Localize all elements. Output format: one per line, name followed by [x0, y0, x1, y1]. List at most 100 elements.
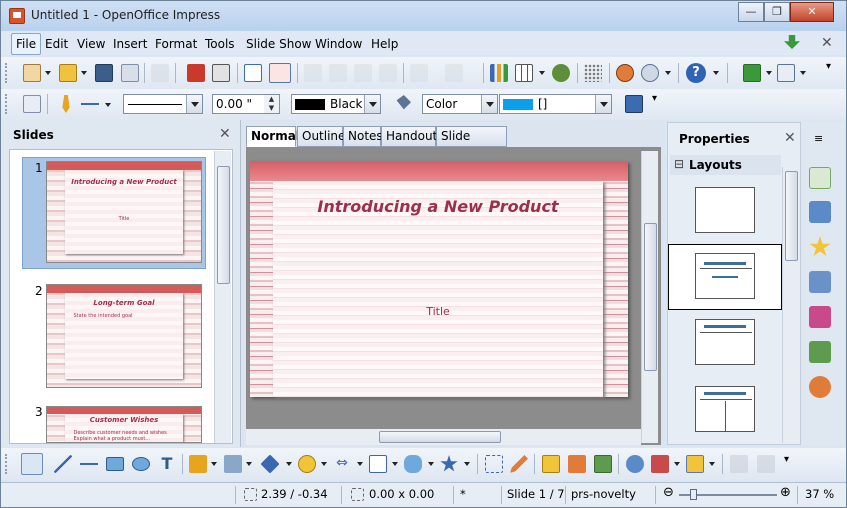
new-document-icon[interactable]: [23, 64, 41, 82]
area-fill-icon[interactable]: [396, 95, 411, 110]
slides-pane-scrollbar[interactable]: [214, 151, 231, 443]
spellcheck-icon[interactable]: [244, 64, 262, 82]
chart-icon[interactable]: [490, 64, 508, 82]
print-icon[interactable]: [212, 64, 230, 82]
table-icon[interactable]: [515, 64, 533, 82]
auto-spellcheck-icon[interactable]: [269, 63, 291, 83]
layout-title-two-content[interactable]: [695, 386, 755, 432]
menu-help[interactable]: Help: [371, 37, 398, 51]
slide-1-thumbnail[interactable]: Introducing a New Product Title: [46, 161, 202, 263]
line-icon[interactable]: [62, 95, 70, 113]
line-color-select[interactable]: Black: [291, 94, 381, 114]
open-dropdown-icon[interactable]: [81, 71, 87, 75]
connector-dropdown-icon[interactable]: [246, 462, 252, 466]
help-dropdown-icon[interactable]: [713, 71, 719, 75]
rectangle-tool-icon[interactable]: [106, 457, 124, 471]
properties-scrollbar[interactable]: [782, 167, 799, 443]
toolbar-grip[interactable]: [5, 454, 9, 474]
slide-2-thumbnail[interactable]: Long-term Goal State the intended goal: [46, 284, 202, 388]
new-slide-icon[interactable]: [743, 64, 761, 82]
redo-icon[interactable]: [445, 64, 463, 82]
toggle-extrusion-icon[interactable]: [757, 455, 775, 473]
layouts-section-header[interactable]: ⊟ Layouts: [670, 155, 781, 175]
stars-dropdown-icon[interactable]: [464, 462, 470, 466]
slides-pane-scroll-thumb[interactable]: [217, 166, 230, 284]
toolbar-grip[interactable]: [5, 94, 9, 114]
fontwork-icon[interactable]: [542, 455, 560, 473]
layout-blank[interactable]: [695, 187, 755, 233]
current-slide[interactable]: Introducing a New Product Title: [250, 161, 628, 397]
gallery-tool-icon[interactable]: [594, 455, 612, 473]
arrow-style-dropdown-icon[interactable]: [105, 103, 111, 107]
flowchart-dropdown-icon[interactable]: [392, 462, 398, 466]
slide-3-thumbnail[interactable]: Customer Wishes Describe customer needs …: [46, 406, 202, 443]
zoom-icon[interactable]: [641, 64, 659, 82]
menu-file[interactable]: File: [11, 33, 42, 55]
close-document-icon[interactable]: ✕: [821, 35, 833, 51]
alignment-icon[interactable]: [651, 455, 669, 473]
zoom-slider-handle[interactable]: [690, 489, 697, 500]
symbol-shapes-icon[interactable]: [298, 455, 316, 473]
text-tool-icon[interactable]: T: [158, 454, 176, 473]
properties-scroll-thumb[interactable]: [785, 171, 798, 261]
toolbar-overflow-icon[interactable]: ▾: [784, 454, 794, 478]
area-color-select[interactable]: []: [499, 94, 612, 114]
area-style-dropdown-button[interactable]: [481, 95, 497, 113]
layout-title-content[interactable]: [695, 319, 755, 365]
clone-formatting-icon[interactable]: [379, 64, 397, 82]
maximize-button[interactable]: ❐: [764, 2, 790, 22]
symbol-shapes-dropdown-icon[interactable]: [321, 462, 327, 466]
slide-transition-icon[interactable]: [809, 271, 831, 293]
collapse-layouts-icon[interactable]: ⊟: [674, 157, 684, 171]
line-arrow-tool-icon[interactable]: [80, 455, 98, 473]
canvas-vertical-scroll-thumb[interactable]: [644, 223, 657, 371]
stars-icon[interactable]: [440, 455, 458, 472]
basic-shapes-icon[interactable]: [260, 454, 280, 474]
toolbar-overflow-icon[interactable]: ▾: [652, 93, 662, 117]
block-arrows-dropdown-icon[interactable]: [357, 462, 363, 466]
area-style-select[interactable]: Color: [422, 94, 498, 114]
toolbar-grip[interactable]: [5, 63, 9, 83]
alignment-dropdown-icon[interactable]: [674, 462, 680, 466]
styles-formatting-icon[interactable]: [23, 95, 41, 113]
rotate-icon[interactable]: [626, 455, 644, 473]
layout-title-slide[interactable]: [695, 253, 755, 299]
slides-pane-close-icon[interactable]: ✕: [219, 126, 231, 142]
tab-normal[interactable]: Normal: [246, 126, 300, 147]
callouts-dropdown-icon[interactable]: [428, 462, 434, 466]
line-tool-icon[interactable]: [54, 455, 72, 473]
cut-icon[interactable]: [304, 64, 322, 82]
zoom-in-icon[interactable]: ⊕: [780, 485, 791, 500]
tab-handout[interactable]: Handout: [381, 126, 437, 147]
menu-edit[interactable]: Edit: [45, 37, 68, 51]
canvas-horizontal-scrollbar[interactable]: [246, 429, 641, 445]
shadow-icon[interactable]: [625, 95, 643, 113]
paste-icon[interactable]: [354, 64, 372, 82]
glue-points-icon[interactable]: [510, 455, 528, 473]
open-folder-icon[interactable]: [59, 64, 77, 82]
export-pdf-icon[interactable]: [187, 64, 205, 82]
document-modified-indicator[interactable]: *: [460, 487, 466, 501]
navigator-compass-icon[interactable]: [616, 64, 634, 82]
navigator-sidebar-icon[interactable]: [809, 376, 831, 398]
edit-file-icon[interactable]: [151, 64, 169, 82]
tab-notes[interactable]: Notes: [343, 126, 383, 147]
sidebar-menu-icon[interactable]: ≡: [814, 132, 823, 145]
email-document-icon[interactable]: [121, 64, 139, 82]
slide-layout-dropdown-icon[interactable]: [800, 71, 806, 75]
line-color-dropdown-button[interactable]: [364, 95, 380, 113]
navigator-icon[interactable]: [552, 64, 570, 82]
from-file-icon[interactable]: [568, 455, 586, 473]
menu-view[interactable]: View: [77, 37, 105, 51]
canvas-vertical-scrollbar[interactable]: [641, 151, 658, 443]
close-button[interactable]: ✕: [790, 2, 834, 22]
properties-close-icon[interactable]: ✕: [784, 130, 796, 146]
menu-window[interactable]: Window: [315, 37, 362, 51]
curve-tool-icon[interactable]: [189, 455, 207, 473]
menu-tools[interactable]: Tools: [205, 37, 235, 51]
slide-title-text[interactable]: Introducing a New Product: [273, 197, 603, 216]
extrusion-icon[interactable]: [730, 455, 748, 473]
ellipse-tool-icon[interactable]: [132, 457, 150, 471]
basic-shapes-dropdown-icon[interactable]: [286, 462, 292, 466]
menu-slide-show[interactable]: Slide Show: [246, 37, 311, 51]
